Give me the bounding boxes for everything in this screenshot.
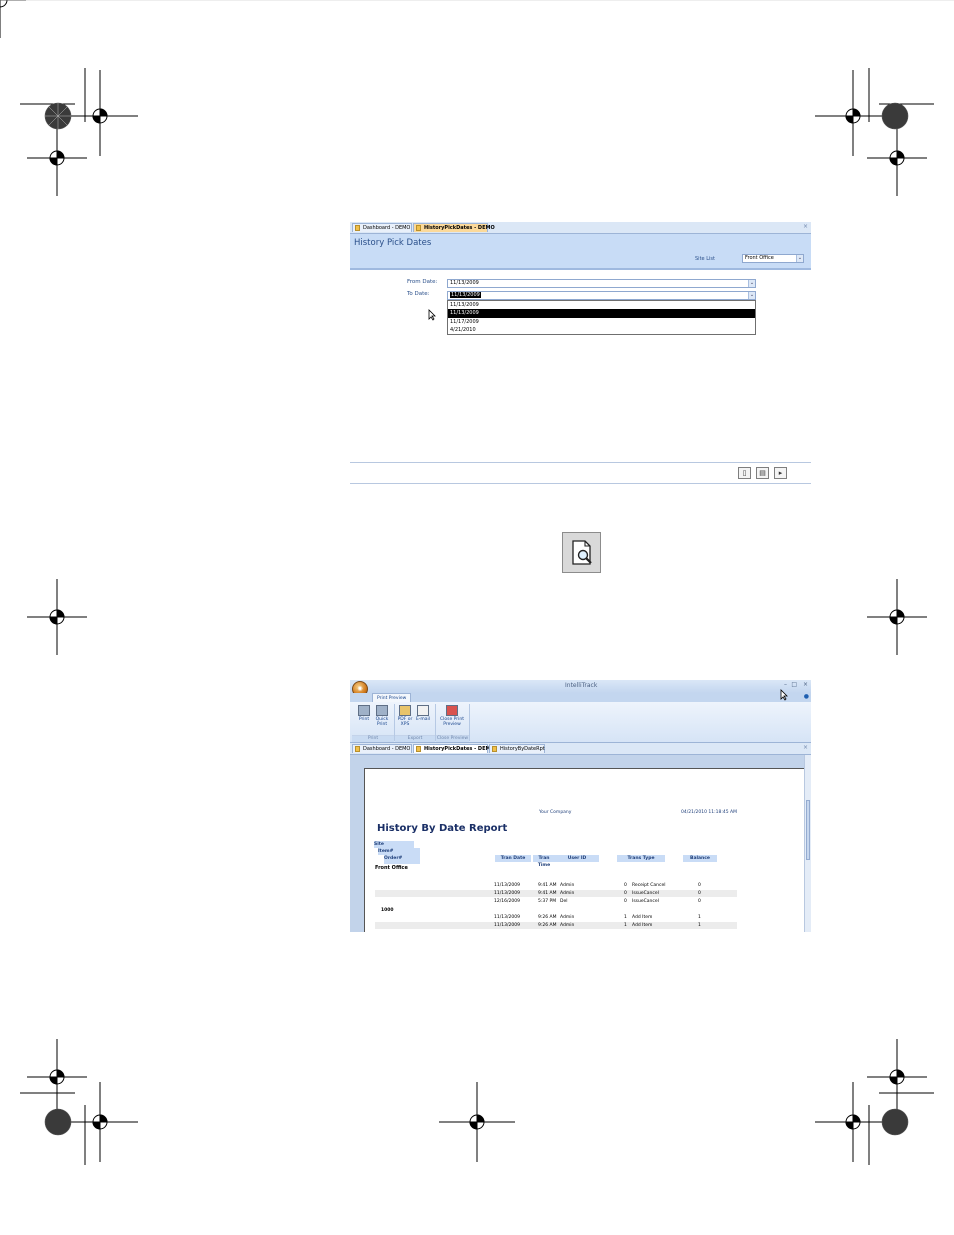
group-site-header: Site <box>374 841 414 848</box>
column-header: Trans Type <box>617 855 665 862</box>
minimize-icon[interactable]: – <box>784 681 787 688</box>
scrollbar-thumb[interactable] <box>806 800 810 860</box>
column-header: Tran Date <box>495 855 531 862</box>
close-print-preview-button[interactable]: Close Print Preview <box>438 705 466 727</box>
app-title: IntelliTrack <box>565 682 598 689</box>
print-button[interactable]: Print <box>355 705 373 722</box>
form-header: History Pick Dates Site List Front Offic… <box>350 234 811 270</box>
quick-print-button[interactable]: Quick Print <box>373 705 391 727</box>
history-pick-dates-screen: Dashboard - DEMO HistoryPickDates - DEMO… <box>350 222 811 484</box>
print-preview-button[interactable] <box>562 532 601 573</box>
mouse-pointer-icon <box>780 689 788 701</box>
site-list-label: Site List <box>695 256 715 262</box>
group-close-preview: Close Preview <box>436 735 469 742</box>
from-date-label: From Date: <box>407 279 438 285</box>
close-icon[interactable]: × <box>803 743 808 753</box>
form-footer: ▯ ▤ ▸ <box>350 462 811 484</box>
window-title-bar: IntelliTrack – □ × <box>350 680 811 693</box>
group-print: Print <box>352 735 394 742</box>
to-date-label: To Date: <box>407 291 430 297</box>
report-timestamp: 04/21/2010 11:18:45 AM <box>681 810 737 815</box>
item-group-value: 1000 <box>381 908 394 913</box>
column-header: Balance <box>683 855 717 862</box>
dropdown-option[interactable]: 11/13/2009 <box>448 301 755 309</box>
report-title: History By Date Report <box>377 823 508 834</box>
form-icon <box>355 746 360 752</box>
tab-history-pick-dates[interactable]: HistoryPickDates - DEMO <box>413 744 495 753</box>
from-date-select[interactable]: 11/13/2009 ⌄ <box>447 279 756 288</box>
site-group-value: Front Office <box>375 865 408 871</box>
page-title: History Pick Dates <box>354 238 432 248</box>
magnify-document-icon <box>572 540 592 565</box>
ribbon-tab-bar: Print Preview <box>350 693 811 703</box>
report-icon <box>492 746 497 752</box>
group-separator <box>469 704 470 741</box>
report-page: Your Company 04/21/2010 11:18:45 AM Hist… <box>364 768 806 932</box>
pdf-icon <box>399 705 411 716</box>
quick-print-icon <box>376 705 388 716</box>
vertical-scrollbar[interactable] <box>804 755 811 932</box>
column-header: Tran Time <box>533 855 555 868</box>
email-icon <box>417 705 429 716</box>
dropdown-option[interactable]: 11/17/2009 <box>448 318 755 326</box>
print-preview-screen: IntelliTrack – □ × ◉ Print Preview Print… <box>350 680 811 932</box>
printer-icon <box>358 705 370 716</box>
help-icon[interactable]: ● <box>804 693 809 700</box>
email-button[interactable]: E-mail <box>414 705 432 722</box>
preview-area: Your Company 04/21/2010 11:18:45 AM Hist… <box>350 755 811 932</box>
print-icon[interactable]: ▤ <box>756 467 769 479</box>
table-row: 11/13/2009 9:41 AM Admin 0 IssueCancel 0 <box>375 890 737 897</box>
form-icon <box>416 746 421 752</box>
tab-dashboard[interactable]: Dashboard - DEMO <box>352 223 412 232</box>
group-item-header: Item# <box>378 848 420 855</box>
exit-icon[interactable]: ▸ <box>774 467 787 479</box>
crop-marks <box>0 0 954 1165</box>
maximize-icon[interactable]: □ <box>791 681 797 688</box>
preview-report-icon[interactable]: ▯ <box>738 467 751 479</box>
tab-history-pick-dates[interactable]: HistoryPickDates - DEMO <box>413 223 495 232</box>
form-icon <box>355 225 360 231</box>
to-date-dropdown-list: 11/13/2009 11/13/2009 11/17/2009 4/21/20… <box>447 300 756 335</box>
chevron-down-icon[interactable]: ⌄ <box>748 280 755 287</box>
tab-history-by-date-rpt[interactable]: HistoryByDateRpt <box>489 744 545 753</box>
column-header: User ID <box>555 855 599 862</box>
company-name: Your Company <box>539 810 572 815</box>
document-tab-bar: Dashboard - DEMO HistoryPickDates - DEMO… <box>350 222 811 234</box>
ribbon: Print Quick Print PDF or XPS E-mail Clos… <box>350 702 811 743</box>
site-list-select[interactable]: Front Office ⌄ <box>742 254 804 263</box>
group-subitem-header: Order# <box>384 855 420 864</box>
to-date-select[interactable]: 11/13/2009 ⌄ <box>447 291 756 300</box>
table-row: 12/16/2009 5:37 PM Del 0 IssueCancel 0 <box>494 899 701 904</box>
close-preview-icon <box>446 705 458 716</box>
close-icon[interactable]: × <box>803 222 808 232</box>
dropdown-option[interactable]: 4/21/2010 <box>448 326 755 334</box>
tab-dashboard[interactable]: Dashboard - DEMO <box>352 744 412 753</box>
chevron-down-icon[interactable]: ⌄ <box>796 255 803 262</box>
pdf-xps-button[interactable]: PDF or XPS <box>396 705 414 727</box>
form-icon <box>416 225 421 231</box>
table-row: 11/13/2009 9:26 AM Admin 1 Add Item 1 <box>494 915 701 920</box>
table-row: 11/13/2009 9:41 AM Admin 0 Receipt Cancel 0 <box>494 883 701 888</box>
table-row: 11/13/2009 9:26 AM Admin 1 Add Item 1 <box>375 922 737 929</box>
document-tab-bar: Dashboard - DEMO HistoryPickDates - DEMO… <box>350 743 811 755</box>
dropdown-option-selected[interactable]: 11/13/2009 <box>448 309 755 318</box>
close-icon[interactable]: × <box>803 681 808 688</box>
group-export: Export <box>395 735 435 742</box>
mouse-pointer-icon <box>428 309 436 321</box>
chevron-down-icon[interactable]: ⌄ <box>748 292 755 299</box>
